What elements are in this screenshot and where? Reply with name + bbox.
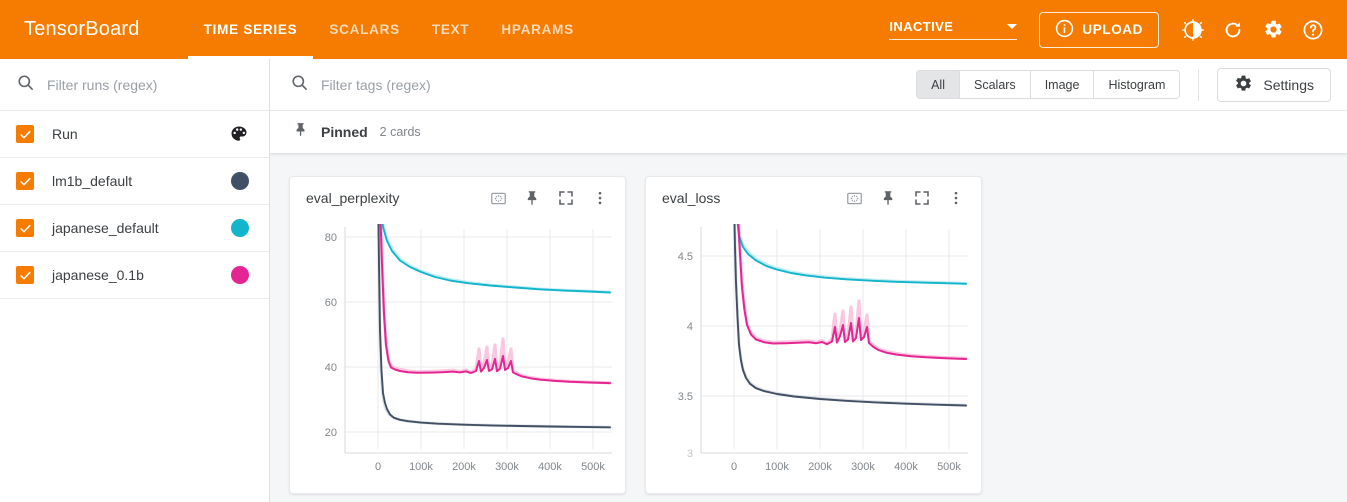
- svg-text:300k: 300k: [495, 461, 519, 473]
- reload-state-value: INACTIVE: [889, 19, 954, 34]
- svg-text:60: 60: [325, 297, 337, 309]
- svg-text:100k: 100k: [765, 461, 789, 473]
- svg-text:4.5: 4.5: [678, 251, 693, 263]
- fit-domain-icon[interactable]: [839, 183, 869, 213]
- svg-text:400k: 400k: [894, 461, 918, 473]
- settings-button-label: Settings: [1263, 76, 1314, 93]
- card-eval-loss: eval_loss 4.5 4 3.5 3 0 100k 200k 300k 4…: [645, 176, 982, 494]
- overflow-menu-icon[interactable]: [941, 183, 971, 213]
- filter-chip-all[interactable]: All: [917, 71, 960, 98]
- main-tabs: TIME SERIES SCALARS TEXT HPARAMS: [187, 0, 590, 59]
- run-color-dot[interactable]: [231, 172, 249, 190]
- help-icon[interactable]: [1293, 10, 1333, 50]
- upload-button-label: UPLOAD: [1082, 22, 1143, 37]
- fullscreen-icon[interactable]: [907, 183, 937, 213]
- reload-state-select[interactable]: INACTIVE: [889, 19, 1018, 40]
- plugin-filter-group: All Scalars Image Histogram: [916, 70, 1181, 99]
- run-label: japanese_default: [52, 220, 159, 236]
- pin-icon[interactable]: [517, 183, 547, 213]
- run-label: japanese_0.1b: [52, 267, 144, 283]
- card-actions: [839, 183, 971, 213]
- run-label: Run: [52, 126, 78, 142]
- run-checkbox[interactable]: [16, 219, 34, 237]
- chart-eval-perplexity[interactable]: 80 60 40 20 0 100k 200k 300k 400k 500k: [290, 219, 625, 493]
- upload-button[interactable]: UPLOAD: [1039, 11, 1159, 48]
- tab-text[interactable]: TEXT: [416, 0, 486, 59]
- svg-text:0: 0: [375, 461, 381, 473]
- tag-search-row: [290, 73, 916, 97]
- gear-icon[interactable]: [1253, 10, 1293, 50]
- brightness-icon[interactable]: [1173, 10, 1213, 50]
- settings-button[interactable]: Settings: [1217, 67, 1331, 102]
- svg-text:0: 0: [731, 461, 737, 473]
- run-row-run[interactable]: Run: [0, 111, 269, 158]
- run-checkbox[interactable]: [16, 266, 34, 284]
- pinned-title: Pinned: [321, 124, 368, 140]
- runs-search-row: [0, 59, 269, 111]
- tag-search-input[interactable]: [321, 76, 651, 93]
- info-icon: [1055, 19, 1074, 41]
- chevron-down-icon: [1007, 24, 1018, 29]
- run-checkbox[interactable]: [16, 125, 34, 143]
- card-header: eval_loss: [646, 177, 981, 219]
- search-icon: [290, 73, 309, 97]
- card-eval-perplexity: eval_perplexity 80 60 40 20 0 100k 200k …: [289, 176, 626, 494]
- pin-icon[interactable]: [873, 183, 903, 213]
- app-brand: TensorBoard: [24, 18, 140, 40]
- fit-domain-icon[interactable]: [483, 183, 513, 213]
- overflow-menu-icon[interactable]: [585, 183, 615, 213]
- run-row-lm1b-default[interactable]: lm1b_default: [0, 158, 269, 205]
- pinned-card-count: 2 cards: [379, 125, 421, 139]
- app-bar-actions: INACTIVE UPLOAD: [889, 10, 1347, 50]
- svg-text:40: 40: [325, 362, 337, 374]
- tag-toolbar: All Scalars Image Histogram Settings: [270, 59, 1347, 111]
- main-content: All Scalars Image Histogram Settings Pin…: [270, 59, 1347, 502]
- tab-hparams[interactable]: HPARAMS: [485, 0, 590, 59]
- run-color-dot[interactable]: [231, 219, 249, 237]
- svg-text:300k: 300k: [851, 461, 875, 473]
- card-title: eval_perplexity: [306, 190, 400, 206]
- svg-text:3: 3: [687, 448, 693, 460]
- svg-text:500k: 500k: [937, 461, 961, 473]
- svg-text:200k: 200k: [452, 461, 476, 473]
- run-label: lm1b_default: [52, 173, 133, 189]
- svg-text:80: 80: [325, 232, 337, 244]
- filter-chip-histogram[interactable]: Histogram: [1094, 71, 1180, 98]
- svg-text:3.5: 3.5: [678, 391, 693, 403]
- gear-icon: [1234, 74, 1253, 96]
- svg-text:20: 20: [325, 427, 337, 439]
- filter-chip-image[interactable]: Image: [1030, 71, 1095, 98]
- svg-text:100k: 100k: [409, 461, 433, 473]
- toolbar-divider: [1198, 68, 1200, 101]
- search-icon: [16, 73, 35, 97]
- run-row-japanese-default[interactable]: japanese_default: [0, 205, 269, 252]
- pin-icon: [292, 121, 309, 143]
- color-palette-icon[interactable]: [229, 124, 249, 144]
- card-actions: [483, 183, 615, 213]
- chart-eval-loss[interactable]: 4.5 4 3.5 3 0 100k 200k 300k 400k 500k: [646, 219, 981, 493]
- card-grid: eval_perplexity 80 60 40 20 0 100k 200k …: [270, 153, 1347, 494]
- top-app-bar: TensorBoard TIME SERIES SCALARS TEXT HPA…: [0, 0, 1347, 59]
- tab-scalars[interactable]: SCALARS: [313, 0, 416, 59]
- svg-text:500k: 500k: [581, 461, 605, 473]
- pinned-section-header: Pinned 2 cards: [270, 111, 1347, 153]
- tab-time-series[interactable]: TIME SERIES: [187, 0, 314, 59]
- svg-text:4: 4: [687, 321, 693, 333]
- card-title: eval_loss: [662, 190, 721, 206]
- run-checkbox[interactable]: [16, 172, 34, 190]
- fullscreen-icon[interactable]: [551, 183, 581, 213]
- runs-search-input[interactable]: [47, 76, 253, 93]
- svg-text:200k: 200k: [808, 461, 832, 473]
- run-row-japanese-01b[interactable]: japanese_0.1b: [0, 252, 269, 299]
- svg-text:400k: 400k: [538, 461, 562, 473]
- runs-sidebar: Run lm1b_default japanese_default japane…: [0, 59, 270, 502]
- run-color-dot[interactable]: [231, 266, 249, 284]
- filter-chip-scalars[interactable]: Scalars: [960, 71, 1031, 98]
- refresh-icon[interactable]: [1213, 10, 1253, 50]
- card-header: eval_perplexity: [290, 177, 625, 219]
